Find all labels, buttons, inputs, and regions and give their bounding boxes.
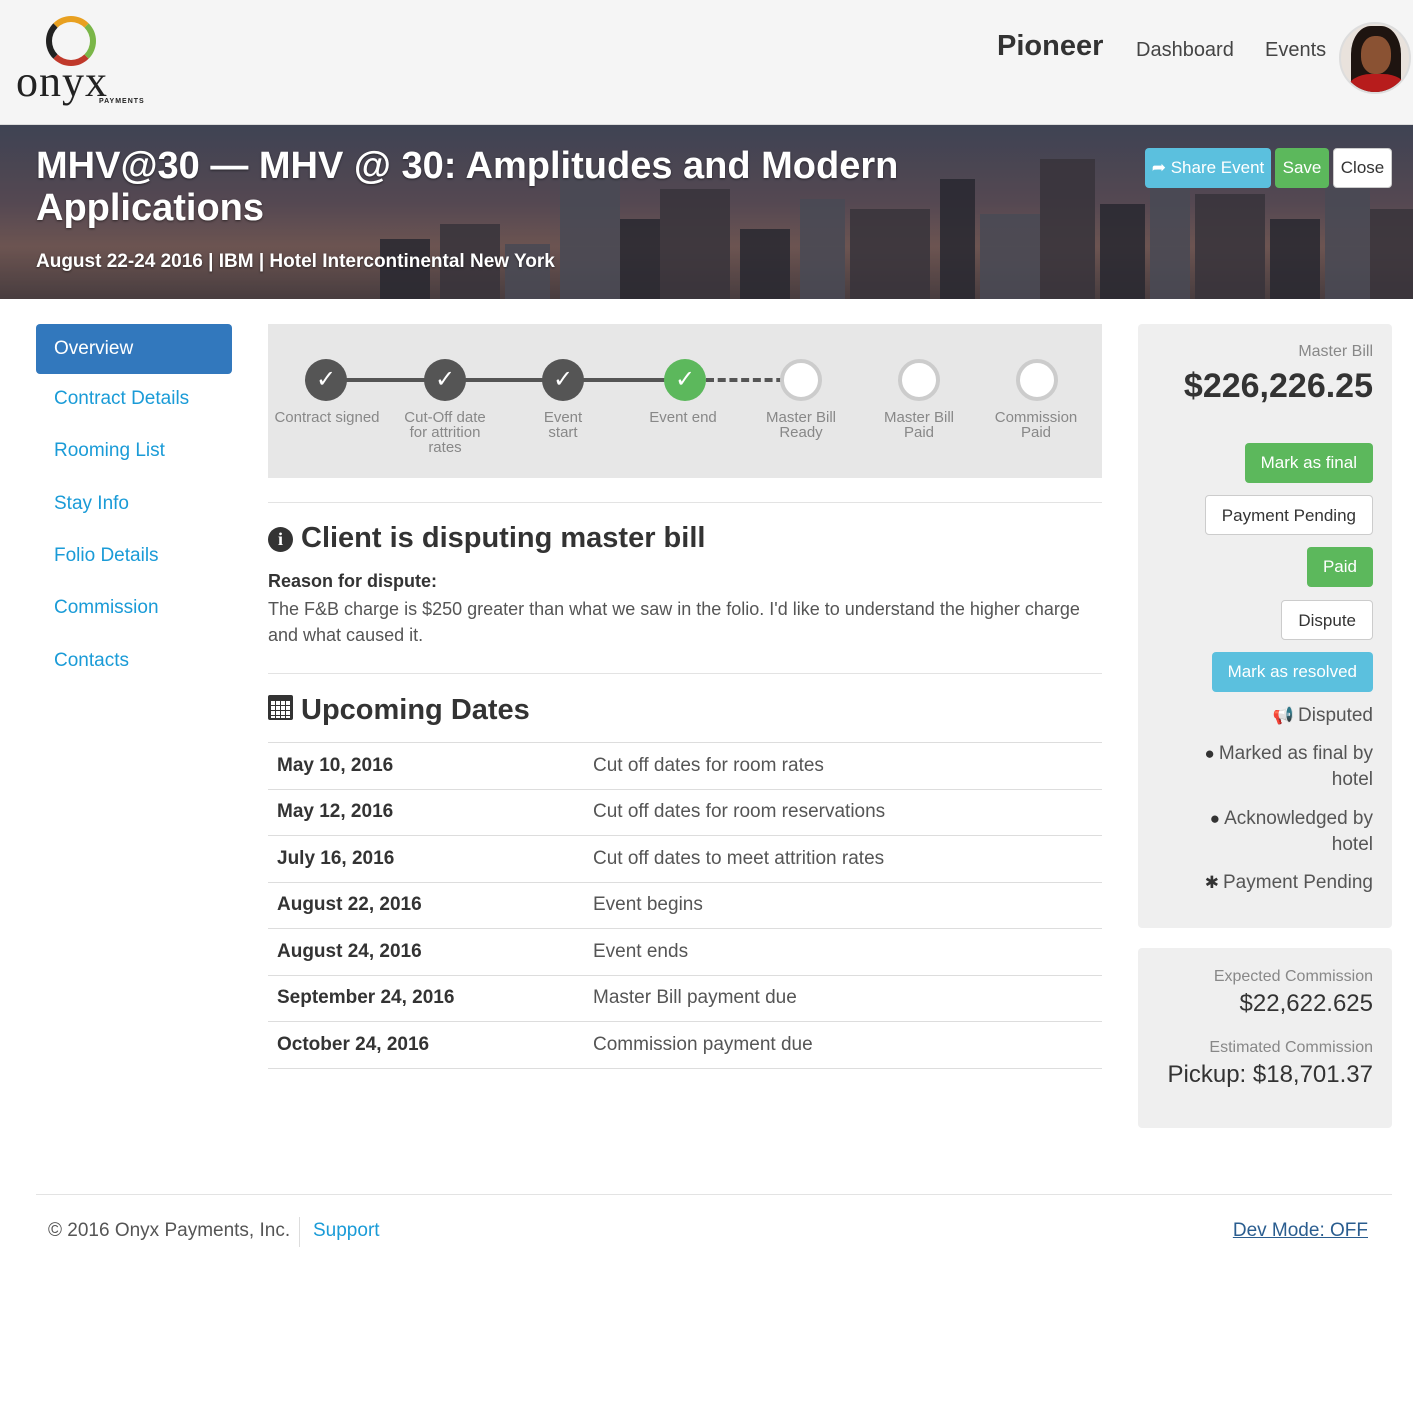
expected-commission-value: $22,622.625 bbox=[1239, 990, 1373, 1017]
bullhorn-icon: 📢 bbox=[1272, 706, 1294, 725]
nav-dashboard[interactable]: Dashboard bbox=[1136, 39, 1234, 62]
event-cell: Cut off dates for room rates bbox=[593, 754, 824, 776]
event-cell: Cut off dates to meet attrition rates bbox=[593, 847, 885, 869]
expected-commission-label: Expected Commission bbox=[1213, 968, 1373, 985]
date-cell: September 24, 2016 bbox=[277, 987, 455, 1009]
sidebar-item-overview[interactable]: Overview bbox=[36, 324, 232, 374]
mark-as-resolved-button[interactable]: Mark as resolved bbox=[1211, 652, 1373, 692]
date-cell: May 12, 2016 bbox=[277, 801, 394, 823]
step-empty-icon bbox=[780, 359, 822, 401]
copyright-text: © 2016 Onyx Payments, Inc. bbox=[48, 1220, 291, 1241]
table-row: May 12, 2016 Cut off dates for room reser… bbox=[268, 789, 1102, 836]
share-icon: ➦ bbox=[1151, 158, 1166, 177]
nav-events[interactable]: Events bbox=[1265, 39, 1326, 62]
calendar-icon bbox=[268, 695, 293, 720]
step-empty-icon bbox=[898, 359, 940, 401]
save-button[interactable]: Save bbox=[1275, 148, 1329, 188]
step-label: Contract signed bbox=[274, 409, 380, 426]
top-navbar: onyx PAYMENTS Pioneer Dashboard Events bbox=[0, 0, 1413, 125]
payment-pending-button[interactable]: Payment Pending bbox=[1204, 495, 1373, 535]
upcoming-dates-heading: Upcoming Dates bbox=[268, 694, 530, 727]
footer-separator bbox=[299, 1217, 300, 1247]
event-cell: Master Bill payment due bbox=[593, 987, 797, 1009]
event-cell: Event begins bbox=[593, 894, 703, 916]
step-check-icon: ✓ bbox=[424, 359, 466, 401]
estimated-commission-label: Estimated Commission bbox=[1209, 1039, 1373, 1056]
step-label: Event start bbox=[543, 409, 583, 441]
close-button[interactable]: Close bbox=[1333, 148, 1392, 188]
event-cell: Commission payment due bbox=[593, 1033, 813, 1055]
logo-wordmark: onyx bbox=[16, 57, 108, 106]
event-cell: Event ends bbox=[593, 940, 689, 962]
step-label: Cut-Off date for attrition rates bbox=[404, 409, 486, 456]
paid-button[interactable]: Paid bbox=[1306, 547, 1373, 587]
divider bbox=[268, 502, 1102, 503]
event-subtitle: August 22-24 2016 | IBM | Hotel Intercon… bbox=[36, 251, 555, 272]
event-cell: Cut off dates for room reservations bbox=[593, 801, 886, 823]
sidebar-item-commission[interactable]: Commission bbox=[36, 583, 232, 633]
table-row: May 10, 2016 Cut off dates for room rates bbox=[268, 742, 1102, 790]
brand-name[interactable]: Pioneer bbox=[997, 30, 1103, 63]
step-check-icon: ✓ bbox=[664, 359, 706, 401]
sidebar-item-contract-details[interactable]: Contract Details bbox=[36, 374, 232, 424]
onyx-logo[interactable]: onyx PAYMENTS bbox=[16, 12, 146, 112]
comment-icon: ● bbox=[1204, 744, 1215, 763]
date-cell: October 24, 2016 bbox=[277, 1033, 430, 1055]
status-payment-pending: ✱ Payment Pending bbox=[1204, 872, 1373, 893]
support-link[interactable]: Support bbox=[313, 1220, 380, 1242]
step-label: Commission Paid bbox=[994, 409, 1078, 441]
step-label: Master Bill Ready bbox=[765, 409, 836, 441]
divider bbox=[268, 673, 1102, 674]
status-disputed: 📢 Disputed bbox=[1272, 705, 1373, 726]
master-bill-amount: $226,226.25 bbox=[1183, 367, 1373, 405]
sidebar-item-stay-info[interactable]: Stay Info bbox=[36, 479, 232, 529]
event-title: MHV@30 — MHV @ 30: Amplitudes and Modern… bbox=[36, 145, 899, 229]
step-check-icon: ✓ bbox=[305, 359, 347, 401]
dispute-reason-text: The F&B charge is $250 greater than what… bbox=[268, 599, 1080, 645]
sidebar-item-contacts[interactable]: Contacts bbox=[36, 636, 232, 686]
master-bill-label: Master Bill bbox=[1298, 343, 1373, 360]
dispute-reason-label: Reason for dispute: bbox=[268, 571, 438, 591]
date-cell: August 22, 2016 bbox=[277, 894, 422, 916]
comment-icon: ● bbox=[1209, 809, 1221, 828]
asterisk-icon: ✱ bbox=[1204, 873, 1219, 892]
step-check-icon: ✓ bbox=[542, 359, 584, 401]
footer-divider bbox=[36, 1194, 1392, 1195]
share-event-button[interactable]: ➦ Share Event bbox=[1145, 148, 1271, 188]
step-empty-icon bbox=[1016, 359, 1058, 401]
dispute-heading: i Client is disputing master bill bbox=[268, 522, 705, 555]
date-cell: August 24, 2016 bbox=[277, 940, 422, 962]
dispute-button[interactable]: Dispute bbox=[1281, 600, 1373, 640]
mark-as-final-button[interactable]: Mark as final bbox=[1244, 443, 1373, 483]
event-progress-tracker: ✓ ✓ ✓ ✓ Contract signed Cut-Off date for… bbox=[268, 324, 1102, 478]
info-icon: i bbox=[268, 527, 293, 552]
table-row: September 24, 2016 Master Bill payment du… bbox=[268, 975, 1102, 1022]
dev-mode-toggle[interactable]: Dev Mode: OFF bbox=[1233, 1220, 1368, 1242]
upcoming-dates-table: May 10, 2016 Cut off dates for room rates… bbox=[268, 742, 1102, 1069]
progress-line-complete bbox=[327, 378, 683, 382]
status-acknowledged: ● Acknowledged by hotel bbox=[1209, 808, 1373, 855]
sidebar-item-folio-details[interactable]: Folio Details bbox=[36, 531, 232, 581]
sidebar-item-rooming-list[interactable]: Rooming List bbox=[36, 426, 232, 476]
logo-subtext: PAYMENTS bbox=[99, 98, 145, 105]
date-cell: May 10, 2016 bbox=[277, 754, 394, 776]
date-cell: July 16, 2016 bbox=[277, 847, 395, 869]
table-row: July 16, 2016 Cut off dates to meet attri… bbox=[268, 835, 1102, 883]
status-marked-final: ● Marked as final by hotel bbox=[1204, 743, 1373, 790]
step-label: Master Bill Paid bbox=[884, 409, 955, 441]
table-row: August 22, 2016 Event begins bbox=[268, 882, 1102, 929]
user-avatar[interactable] bbox=[1339, 22, 1411, 94]
estimated-commission-value: Pickup: $18,701.37 bbox=[1167, 1061, 1374, 1088]
step-label: Event end bbox=[649, 409, 717, 426]
table-row: October 24, 2016 Commission payment due bbox=[268, 1021, 1102, 1068]
table-row: August 24, 2016 Event ends bbox=[268, 928, 1102, 976]
